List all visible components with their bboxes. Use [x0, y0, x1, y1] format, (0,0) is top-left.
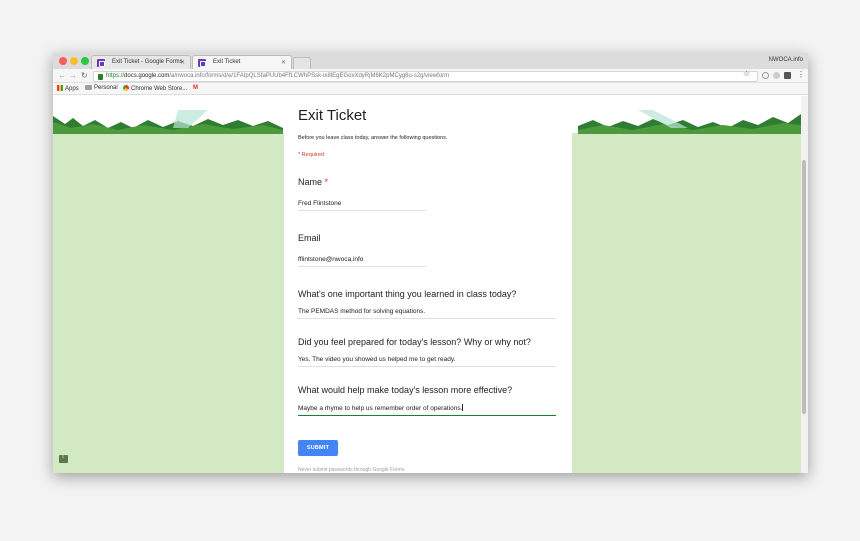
- bookmark-personal[interactable]: Personal: [85, 85, 118, 91]
- close-tab-icon[interactable]: ✕: [180, 59, 185, 66]
- prepared-input[interactable]: Yes. The video you showed us helped me t…: [298, 356, 556, 367]
- improve-input[interactable]: Maybe a rhyme to help us remember order …: [298, 404, 556, 416]
- tab-title: Exit Ticket: [213, 59, 241, 65]
- tab-exit-ticket-google-forms[interactable]: Exit Ticket - Google Forms ✕: [91, 55, 191, 69]
- question-label-improve: What would help make today's lesson more…: [298, 385, 513, 395]
- google-forms-icon: [198, 59, 206, 67]
- required-asterisk: *: [324, 177, 329, 187]
- password-warning: Never submit passwords through Google Fo…: [298, 467, 406, 473]
- question-label-name: Name *: [298, 177, 329, 187]
- tab-title: Exit Ticket - Google Forms: [112, 59, 183, 65]
- close-tab-icon[interactable]: ✕: [281, 59, 286, 66]
- profile-label[interactable]: NWOCA.info: [769, 57, 803, 63]
- email-input[interactable]: fflintstone@nwoca.info: [298, 256, 426, 267]
- text-caret: [462, 404, 464, 411]
- required-note: * Required: [298, 152, 324, 158]
- browser-window: Exit Ticket - Google Forms ✕ Exit Ticket…: [53, 53, 808, 473]
- bookmark-gmail[interactable]: M: [193, 85, 198, 91]
- bookmark-apps[interactable]: Apps: [57, 85, 79, 92]
- extension-icon[interactable]: [762, 72, 769, 79]
- new-tab-button[interactable]: [293, 57, 311, 69]
- form-card: Exit Ticket Before you leave class today…: [284, 96, 572, 473]
- address-bar[interactable]: https://docs.google.com/a/nwoca.info/for…: [93, 71, 758, 82]
- bookmarks-bar: Apps Personal Chrome Web Store... M: [53, 83, 808, 95]
- question-label-prepared: Did you feel prepared for today's lesson…: [298, 337, 531, 347]
- lock-icon: [98, 74, 103, 80]
- scrollbar-thumb[interactable]: [802, 160, 806, 414]
- close-window-button[interactable]: [59, 57, 67, 65]
- maximize-window-button[interactable]: [81, 57, 89, 65]
- browser-toolbar: ← → ↻ https://docs.google.com/a/nwoca.in…: [53, 69, 808, 83]
- extension-icon[interactable]: [784, 72, 791, 79]
- bookmark-chrome-web-store[interactable]: Chrome Web Store...: [123, 85, 187, 92]
- url-path: /a/nwoca.info/forms/d/e/1FAIpQLSfaPUUb4F…: [169, 73, 450, 79]
- back-arrow-icon[interactable]: ←: [58, 71, 66, 80]
- bookmark-star-icon[interactable]: ☆: [743, 69, 750, 78]
- url-scheme: https://: [106, 73, 125, 79]
- reload-icon[interactable]: ↻: [81, 71, 88, 80]
- feedback-icon[interactable]: [59, 454, 68, 463]
- question-label-learned: What's one important thing you learned i…: [298, 289, 517, 299]
- extension-icon[interactable]: [773, 72, 780, 79]
- browser-menu-icon[interactable]: ⋮: [797, 70, 805, 79]
- minimize-window-button[interactable]: [70, 57, 78, 65]
- gmail-icon: M: [193, 85, 198, 91]
- title-bar: Exit Ticket - Google Forms ✕ Exit Ticket…: [53, 53, 808, 69]
- chrome-web-store-icon: [123, 85, 129, 91]
- submit-button[interactable]: SUBMIT: [298, 440, 338, 456]
- question-label-email: Email: [298, 233, 321, 243]
- google-forms-icon: [97, 59, 105, 67]
- forward-arrow-icon[interactable]: →: [69, 71, 77, 80]
- learned-input[interactable]: The PEMDAS method for solving equations.: [298, 308, 556, 319]
- form-description: Before you leave class today, answer the…: [298, 135, 448, 141]
- apps-grid-icon: [57, 85, 63, 91]
- tab-exit-ticket[interactable]: Exit Ticket ✕: [192, 55, 292, 69]
- page-content: Exit Ticket Before you leave class today…: [53, 96, 808, 473]
- folder-icon: [85, 85, 92, 90]
- form-title: Exit Ticket: [298, 107, 367, 124]
- url-host: docs.google.com: [124, 73, 170, 79]
- name-input[interactable]: Fred Flintstone: [298, 200, 426, 211]
- page-scrollbar[interactable]: [801, 96, 808, 473]
